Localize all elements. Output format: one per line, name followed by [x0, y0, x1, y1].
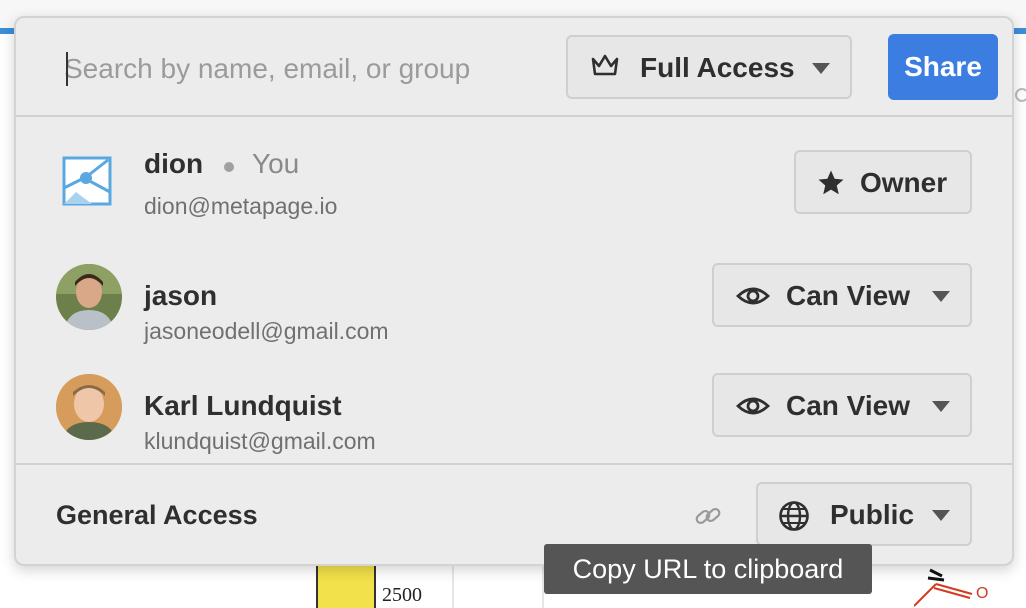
- you-label: You: [252, 148, 300, 179]
- chevron-down-icon: [932, 291, 950, 302]
- chevron-down-icon: [932, 510, 950, 521]
- link-icon[interactable]: [694, 502, 722, 530]
- member-row: jason jasoneodell@gmail.com Can View: [16, 244, 1012, 344]
- member-email: dion@metapage.io: [144, 193, 338, 219]
- role-label: Owner: [860, 167, 948, 198]
- eye-icon: [736, 391, 770, 421]
- background-bar-label: 2500: [382, 584, 422, 606]
- access-level-dropdown[interactable]: Full Access: [566, 35, 852, 99]
- share-popover: Full Access Share dion You dion@metapage…: [14, 16, 1014, 566]
- general-access-label: General Access: [56, 500, 258, 530]
- divider: [16, 463, 1012, 465]
- search-input[interactable]: [64, 48, 544, 90]
- avatar: [56, 264, 122, 330]
- share-button[interactable]: Share: [888, 34, 998, 100]
- general-access-value: Public: [830, 499, 915, 530]
- member-email: jasoneodell@gmail.com: [144, 318, 389, 344]
- avatar: [56, 374, 122, 440]
- copy-url-tooltip: Copy URL to clipboard: [544, 544, 872, 594]
- member-row: dion You dion@metapage.io Owner: [16, 118, 1012, 219]
- metapage-logo-avatar: [62, 156, 112, 206]
- member-row: Karl Lundquist klundquist@gmail.com Can …: [16, 354, 1012, 454]
- chevron-down-icon: [932, 401, 950, 412]
- crown-icon: [590, 53, 620, 79]
- text-caret: [66, 52, 68, 86]
- role-dropdown[interactable]: Can View: [712, 263, 972, 327]
- background-molecule-node: O: [914, 568, 988, 607]
- eye-icon: [736, 281, 770, 311]
- star-icon: [816, 168, 846, 198]
- role-dropdown[interactable]: Can View: [712, 373, 972, 437]
- role-owner-button[interactable]: Owner: [794, 150, 972, 214]
- divider: [16, 115, 1012, 117]
- role-label: Can View: [786, 390, 910, 421]
- access-level-label: Full Access: [640, 52, 795, 83]
- member-name: jason: [144, 280, 218, 311]
- globe-icon: [778, 500, 810, 532]
- member-name: dion: [144, 148, 204, 179]
- member-name: Karl Lundquist: [144, 390, 342, 421]
- separator-dot: [224, 162, 234, 172]
- general-access-dropdown[interactable]: Public: [756, 482, 972, 546]
- role-label: Can View: [786, 280, 910, 311]
- member-email: klundquist@gmail.com: [144, 428, 376, 454]
- background-node-label: O: [976, 585, 988, 602]
- chevron-down-icon: [812, 63, 830, 74]
